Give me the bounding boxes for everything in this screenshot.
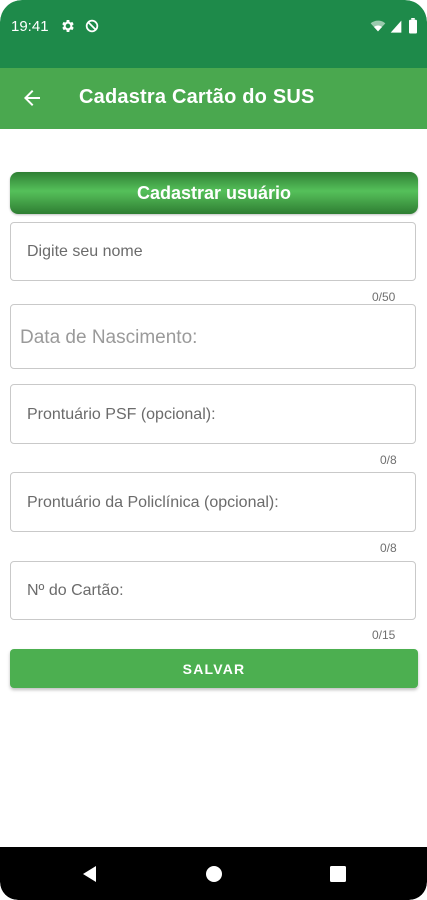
card-number-placeholder: Nº do Cartão: bbox=[27, 582, 124, 599]
nav-home-icon[interactable] bbox=[204, 864, 224, 884]
save-button[interactable]: SALVAR bbox=[10, 649, 418, 688]
form-header: Cadastrar usuário bbox=[10, 172, 418, 214]
policlinica-record-field[interactable]: Prontuário da Policlínica (opcional): bbox=[10, 472, 416, 532]
nav-back-icon[interactable] bbox=[80, 864, 100, 884]
name-field[interactable]: Digite seu nome bbox=[10, 222, 416, 281]
form-header-title: Cadastrar usuário bbox=[136, 182, 292, 203]
psf-record-placeholder: Prontuário PSF (opcional): bbox=[27, 406, 216, 423]
nav-recents-icon[interactable] bbox=[328, 864, 348, 884]
name-field-placeholder: Digite seu nome bbox=[27, 243, 143, 260]
sync-off-icon bbox=[84, 18, 100, 34]
system-nav-bar bbox=[0, 847, 427, 900]
wifi-icon bbox=[370, 18, 386, 34]
battery-icon bbox=[408, 18, 418, 34]
birth-date-field[interactable]: Data de Nascimento: bbox=[10, 304, 416, 369]
policlinica-record-counter: 0/8 bbox=[380, 541, 397, 555]
status-bar: 19:41 bbox=[0, 0, 427, 68]
phone-screen: 19:41 Cadastra Cartão do SUS Cadastrar u… bbox=[0, 0, 427, 900]
save-button-label: SALVAR bbox=[182, 660, 246, 677]
psf-record-counter: 0/8 bbox=[380, 453, 397, 467]
card-number-counter: 0/15 bbox=[372, 628, 396, 642]
arrow-back-icon[interactable] bbox=[20, 86, 44, 110]
birth-date-placeholder: Data de Nascimento: bbox=[20, 327, 198, 348]
settings-icon bbox=[60, 18, 76, 34]
policlinica-record-placeholder: Prontuário da Policlínica (opcional): bbox=[27, 494, 279, 511]
page-title: Cadastra Cartão do SUS bbox=[79, 86, 315, 108]
status-time: 19:41 bbox=[11, 18, 49, 35]
app-bar: Cadastra Cartão do SUS bbox=[0, 68, 427, 129]
psf-record-field[interactable]: Prontuário PSF (opcional): bbox=[10, 384, 416, 444]
signal-icon bbox=[389, 18, 405, 34]
card-number-field[interactable]: Nº do Cartão: bbox=[10, 561, 416, 620]
name-field-counter: 0/50 bbox=[372, 290, 396, 304]
